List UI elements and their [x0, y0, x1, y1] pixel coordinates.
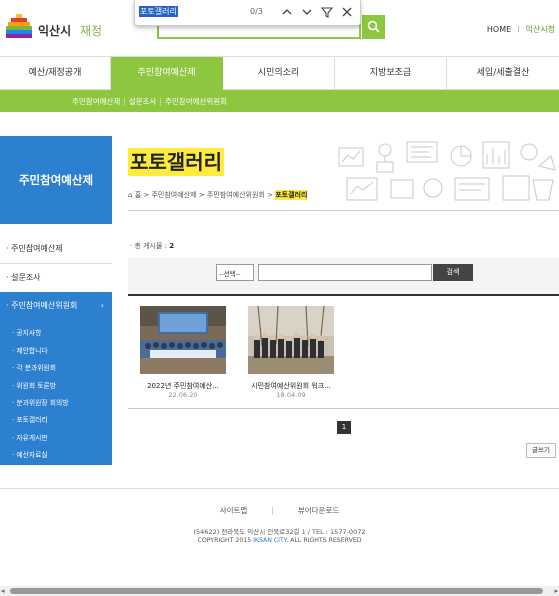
copyright-brand: IKSAN CITY — [253, 537, 287, 544]
scroll-left-arrow-icon[interactable]: ◂ — [1, 587, 5, 595]
breadcrumb-separator: > — [198, 191, 205, 199]
sitemap-link[interactable]: 사이트맵 — [220, 505, 248, 516]
find-in-page-bar: 포토갤러리 0/3 — [134, 0, 361, 26]
home-icon: ⌂ — [128, 191, 133, 199]
subnav-divider: | — [159, 97, 162, 106]
viewer-download-link[interactable]: 뷰어다운로드 — [298, 505, 339, 516]
logo-city-name: 익산시 — [38, 24, 72, 38]
submenu-label: 자유게시판 — [16, 434, 48, 442]
submenu-budget-data[interactable]: · 예산자료실 — [12, 449, 48, 459]
submenu-free-board[interactable]: · 자유게시판 — [12, 432, 48, 442]
total-count: · 총 게시물 : 2 — [130, 241, 174, 251]
site-logo[interactable]: 익산시 재정 — [4, 12, 104, 46]
logo-sub-name: 재정 — [80, 24, 103, 38]
sidebar-item-budget[interactable]: · 주민참여예산제 — [0, 235, 112, 264]
nav-revenue-settlement[interactable]: 세입/세출결산 — [447, 57, 559, 90]
submenu-proposal[interactable]: · 제안합니다 — [12, 345, 48, 355]
find-query-input[interactable]: 포토갤러리 — [139, 6, 178, 17]
top-links: HOME I 익산시청 — [487, 24, 555, 35]
copyright-suffix: . ALL RIGHTS RESERVED — [286, 537, 362, 544]
city-hall-link[interactable]: 익산시청 — [526, 24, 555, 35]
find-match-count: 0/3 — [250, 7, 263, 16]
total-label: · 총 게시물 : — [130, 242, 168, 250]
content-header: 포토갤러리 ⌂ 홈 > 주민참여예산제 > 주민참여예산위원회 > 포토갤러리 — [128, 136, 559, 211]
submenu-label: 제안합니다 — [16, 347, 48, 355]
board-search-input[interactable] — [258, 264, 432, 281]
search-icon — [367, 20, 380, 33]
sub-nav: 주민참여예산제 | 설문조사 | 주민참여예산위원회 — [0, 90, 559, 112]
copyright-prefix: COPYRIGHT 2015 — [197, 537, 254, 544]
nav-participatory-budget[interactable]: 주민참여예산제 — [111, 57, 223, 90]
sidebar-submenu: · 공지사항 · 제안합니다 · 각 분과위원회 · 위원회 토론방 · 분과위… — [0, 320, 112, 465]
submenu-subcommittees[interactable]: · 각 분과위원회 — [12, 362, 56, 372]
pagination-current-page[interactable]: 1 — [337, 421, 351, 434]
chevron-up-icon[interactable] — [280, 5, 294, 19]
sidebar-item-committee[interactable]: · 주민참여예산위원회 › — [0, 292, 112, 321]
nav-citizen-voice[interactable]: 시민의소리 — [223, 57, 335, 90]
breadcrumb-home[interactable]: 홈 — [135, 190, 141, 200]
search-filter-bar: --선택-- 검색 — [128, 258, 559, 296]
site-search-button[interactable] — [362, 15, 385, 39]
footer-link-divider: | — [271, 506, 274, 515]
footer-address: (54622) 전라북도 익산시 인북로32길 1 / TEL : 1577-0… — [193, 528, 366, 536]
submenu-photo-gallery[interactable]: · 포토갤러리 — [12, 414, 48, 424]
sidebar-item-label: 주민참여예산위원회 — [11, 301, 78, 310]
submenu-label: 각 분과위원회 — [16, 364, 57, 372]
subnav-item-budget[interactable]: 주민참여예산제 — [72, 96, 120, 107]
gallery-thumbnail[interactable] — [140, 306, 226, 374]
write-button[interactable]: 글쓰기 — [526, 443, 556, 458]
subnav-item-committee[interactable]: 주민참여예산위원회 — [165, 96, 227, 107]
submenu-label: 공지사항 — [16, 329, 42, 337]
submenu-chair-meeting[interactable]: · 분과위원장 회의방 — [12, 397, 69, 407]
site-footer: 사이트맵 | 뷰어다운로드 (54622) 전라북도 익산시 인북로32길 1 / … — [0, 488, 559, 584]
sidebar-item-label: 설문조사 — [11, 273, 41, 282]
scroll-right-arrow-icon[interactable]: ▸ — [554, 587, 558, 595]
gallery-card-date: 22.06.20 — [168, 391, 198, 399]
page-title: 포토갤러리 — [128, 148, 224, 176]
top-link-divider: I — [517, 25, 520, 34]
gallery-card-date: 18.04.09 — [276, 391, 306, 399]
close-icon[interactable] — [340, 5, 354, 19]
submenu-label: 위원회 토론방 — [16, 382, 57, 390]
horizontal-scrollbar[interactable]: ◂ ▸ — [0, 586, 559, 596]
chevron-down-icon[interactable] — [300, 5, 314, 19]
subnav-item-survey[interactable]: 설문조사 — [129, 96, 157, 107]
breadcrumb-separator: > — [267, 191, 273, 199]
total-value: 2 — [169, 242, 175, 250]
gallery-card[interactable]: 2022년 주민참여예산... 22.06.20 — [140, 306, 232, 399]
filter-icon[interactable] — [320, 5, 334, 19]
subnav-divider: | — [123, 97, 126, 106]
gallery-thumbnail[interactable] — [248, 306, 334, 374]
city-logo-icon — [6, 14, 32, 38]
gallery-card-title[interactable]: 2022년 주민참여예산... — [140, 381, 226, 391]
header-decoration-illustration — [338, 141, 556, 201]
submenu-notice[interactable]: · 공지사항 — [12, 327, 41, 337]
sidebar-item-survey[interactable]: · 설문조사 — [0, 264, 112, 293]
nav-budget-disclosure[interactable]: 예산/재정공개 — [0, 57, 111, 90]
board-search-button[interactable]: 검색 — [433, 264, 473, 281]
submenu-label: 분과위원장 회의방 — [16, 399, 69, 407]
submenu-discussion[interactable]: · 위원회 토론방 — [12, 380, 56, 390]
chevron-right-icon: › — [100, 301, 104, 310]
scrollbar-thumb[interactable] — [10, 588, 543, 594]
breadcrumb: ⌂ 홈 > 주민참여예산제 > 주민참여예산위원회 > 포토갤러리 — [128, 190, 308, 200]
submenu-label: 예산자료실 — [16, 451, 48, 459]
list-divider — [128, 408, 559, 409]
footer-copyright: COPYRIGHT 2015 IKSAN CITY. ALL RIGHTS RE… — [0, 537, 559, 544]
gallery-card-title[interactable]: 시민참여예산위원회 워크... — [248, 381, 334, 391]
search-type-select[interactable]: --선택-- — [216, 264, 254, 281]
sidebar-title: 주민참여예산제 — [0, 136, 112, 224]
nav-local-subsidy[interactable]: 지방보조금 — [335, 57, 447, 90]
sidebar-item-label: 주민참여예산제 — [11, 244, 63, 253]
breadcrumb-separator: > — [143, 191, 150, 199]
main-nav: 예산/재정공개 주민참여예산제 시민의소리 지방보조금 세입/세출결산 — [0, 56, 559, 90]
submenu-label: 포토갤러리 — [16, 416, 48, 424]
home-link[interactable]: HOME — [487, 25, 511, 34]
breadcrumb-budget[interactable]: 주민참여예산제 — [151, 190, 196, 200]
gallery-card[interactable]: 시민참여예산위원회 워크... 18.04.09 — [248, 306, 340, 399]
footer-links: 사이트맵 | 뷰어다운로드 — [0, 505, 559, 516]
breadcrumb-committee[interactable]: 주민참여예산위원회 — [207, 190, 265, 200]
breadcrumb-current: 포토갤러리 — [275, 190, 308, 200]
